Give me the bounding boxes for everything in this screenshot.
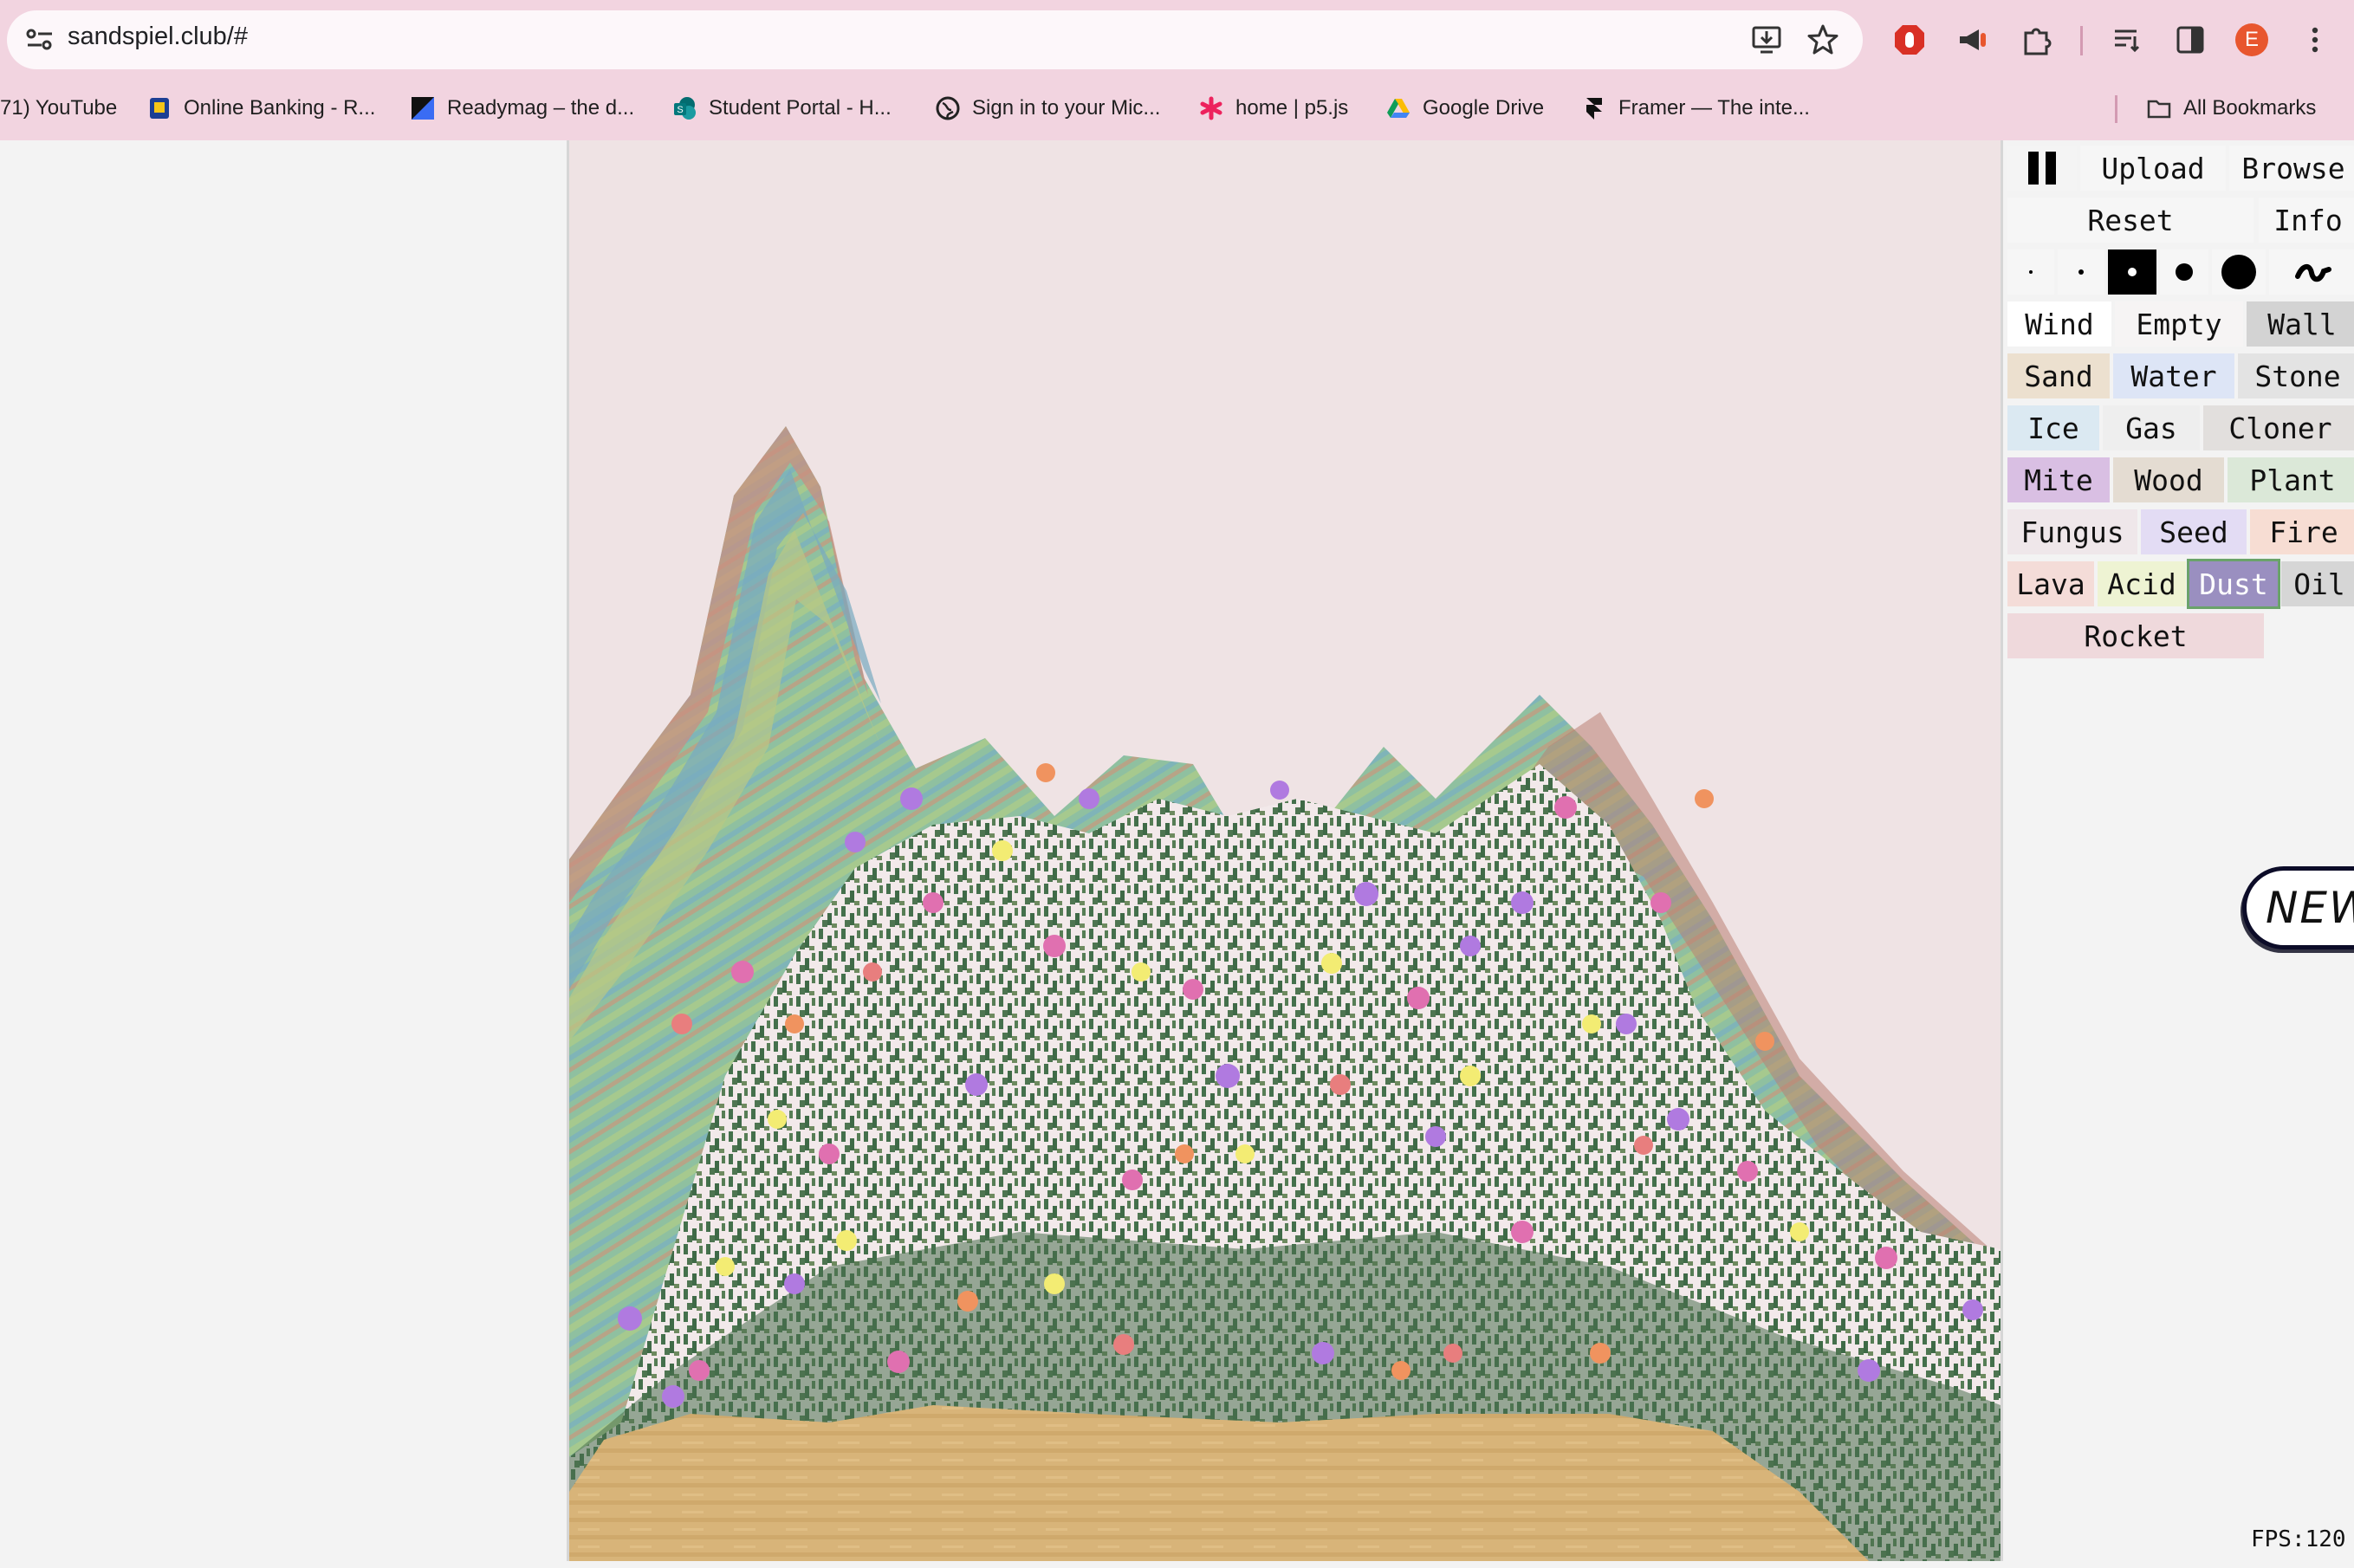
- element-ice[interactable]: Ice: [2007, 405, 2099, 450]
- bookmark-readymag[interactable]: Readymag – the d...: [411, 92, 634, 125]
- brush-size-3-selected[interactable]: [2108, 249, 2156, 295]
- size-dot-icon: [2078, 269, 2084, 275]
- element-wood[interactable]: Wood: [2113, 457, 2224, 502]
- sharepoint-icon: S: [674, 97, 696, 120]
- element-empty[interactable]: Empty: [2115, 301, 2243, 347]
- bookmark-p5js[interactable]: home | p5.js: [1199, 92, 1348, 125]
- browse-button[interactable]: Browse: [2229, 146, 2354, 191]
- all-bookmarks-label: All Bookmarks: [2183, 96, 2317, 120]
- info-button[interactable]: Info: [2259, 198, 2354, 243]
- globe-icon: [936, 96, 960, 120]
- bookmark-label: Framer — The inte...: [1618, 96, 1810, 120]
- element-gas[interactable]: Gas: [2103, 405, 2200, 450]
- element-plant[interactable]: Plant: [2228, 457, 2354, 502]
- element-dust-selected[interactable]: Dust: [2187, 559, 2280, 609]
- bookmark-label: home | p5.js: [1235, 96, 1349, 120]
- framer-icon: [1586, 98, 1602, 120]
- bookmark-label: Online Banking - R...: [184, 96, 376, 120]
- bookmarks-bar: 71) YouTube Online Banking - R... Readym…: [0, 87, 2354, 130]
- bookmark-label: Sign in to your Mic...: [972, 96, 1161, 120]
- bookmark-microsoft-signin[interactable]: Sign in to your Mic...: [936, 92, 1160, 125]
- bookmark-label: Student Portal - H...: [709, 96, 892, 120]
- new-badge[interactable]: NEW: [2242, 866, 2354, 949]
- bookmark-online-banking[interactable]: Online Banking - R...: [147, 92, 375, 125]
- element-cloner[interactable]: Cloner: [2203, 405, 2354, 450]
- drive-icon: [1387, 99, 1410, 118]
- browser-chrome: sandspiel.club/# E 71) YouTube Online Ba…: [0, 0, 2354, 140]
- adblock-extension-icon[interactable]: [1890, 21, 1929, 59]
- size-dot-icon: [2128, 268, 2137, 276]
- element-rocket[interactable]: Rocket: [2007, 613, 2264, 658]
- element-row-2: Sand Water Stone: [2007, 353, 2354, 398]
- size-dot-icon: [2029, 270, 2033, 274]
- more-menu-icon[interactable]: [2296, 21, 2334, 59]
- element-lava[interactable]: Lava: [2007, 561, 2094, 606]
- bookmark-label: Readymag – the d...: [447, 96, 635, 120]
- all-bookmarks-button[interactable]: All Bookmarks: [2147, 92, 2316, 125]
- readymag-icon: [412, 97, 434, 120]
- sand-scene: [569, 426, 2001, 1561]
- reset-button[interactable]: Reset: [2007, 198, 2253, 243]
- folder-icon: [2147, 100, 2171, 119]
- bookmark-youtube[interactable]: 71) YouTube: [0, 92, 117, 125]
- size-dot-icon: [2221, 255, 2256, 289]
- element-row-1: Wind Empty Wall: [2007, 301, 2354, 347]
- simulation-canvas[interactable]: [567, 140, 2003, 1561]
- bookmark-label: Google Drive: [1423, 96, 1545, 120]
- upload-button[interactable]: Upload: [2080, 146, 2226, 191]
- element-mite[interactable]: Mite: [2007, 457, 2110, 502]
- bookmark-star-icon[interactable]: [1806, 23, 1840, 57]
- element-water[interactable]: Water: [2113, 353, 2234, 398]
- reading-list-icon[interactable]: [2109, 21, 2147, 59]
- brush-stroke-mode-button[interactable]: [2269, 249, 2354, 295]
- svg-text:S: S: [677, 105, 683, 115]
- install-app-icon[interactable]: [1750, 23, 1785, 57]
- element-fungus[interactable]: Fungus: [2007, 509, 2137, 554]
- address-bar[interactable]: sandspiel.club/#: [7, 10, 1863, 69]
- asterisk-icon: [1200, 96, 1222, 120]
- element-stone[interactable]: Stone: [2238, 353, 2354, 398]
- element-seed[interactable]: Seed: [2141, 509, 2247, 554]
- element-row-6: Lava Acid Dust Oil: [2007, 559, 2354, 609]
- brush-size-4[interactable]: [2160, 249, 2208, 295]
- element-row-3: Ice Gas Cloner: [2007, 405, 2354, 450]
- sand-floor: [569, 1405, 1869, 1561]
- toolbar-separator: [2080, 26, 2083, 55]
- element-fire[interactable]: Fire: [2250, 509, 2354, 554]
- bookmark-student-portal[interactable]: S Student Portal - H...: [672, 92, 892, 125]
- brush-size-5[interactable]: [2212, 249, 2266, 295]
- element-oil[interactable]: Oil: [2281, 561, 2354, 606]
- bookmark-label: 71) YouTube: [0, 96, 118, 120]
- profile-avatar[interactable]: E: [2235, 23, 2268, 56]
- element-row-5: Fungus Seed Fire: [2007, 509, 2354, 554]
- element-wall[interactable]: Wall: [2247, 301, 2354, 347]
- site-info-icon[interactable]: [24, 28, 55, 52]
- pause-button[interactable]: [2007, 146, 2077, 191]
- size-dot-icon: [2176, 263, 2193, 281]
- element-row-4: Mite Wood Plant: [2007, 457, 2354, 502]
- squiggle-icon: [2295, 264, 2331, 282]
- extensions-puzzle-icon[interactable]: [2017, 21, 2055, 59]
- bank-icon: [150, 98, 169, 119]
- element-sand[interactable]: Sand: [2007, 353, 2110, 398]
- url-text[interactable]: sandspiel.club/#: [68, 23, 248, 51]
- brush-size-2[interactable]: [2058, 249, 2104, 295]
- bookmark-google-drive[interactable]: Google Drive: [1386, 92, 1544, 125]
- reset-info-row: Reset Info: [2007, 198, 2354, 243]
- brush-size-1[interactable]: [2007, 249, 2054, 295]
- element-wind[interactable]: Wind: [2007, 301, 2111, 347]
- pause-icon: [2028, 152, 2056, 185]
- toolbar-row: Upload Browse: [2007, 146, 2354, 191]
- megaphone-extension-icon[interactable]: [1953, 21, 1991, 59]
- bookmark-framer[interactable]: Framer — The inte...: [1582, 92, 1810, 125]
- sandspiel-page: Upload Browse Reset Info Wind Empty Wall…: [0, 140, 2354, 1568]
- bookmarks-separator: [2115, 95, 2117, 123]
- brush-size-row: [2007, 249, 2354, 295]
- element-row-7: Rocket: [2007, 613, 2267, 658]
- side-panel-icon[interactable]: [2171, 21, 2209, 59]
- fps-counter: FPS:120: [2251, 1526, 2346, 1552]
- element-acid[interactable]: Acid: [2098, 561, 2186, 606]
